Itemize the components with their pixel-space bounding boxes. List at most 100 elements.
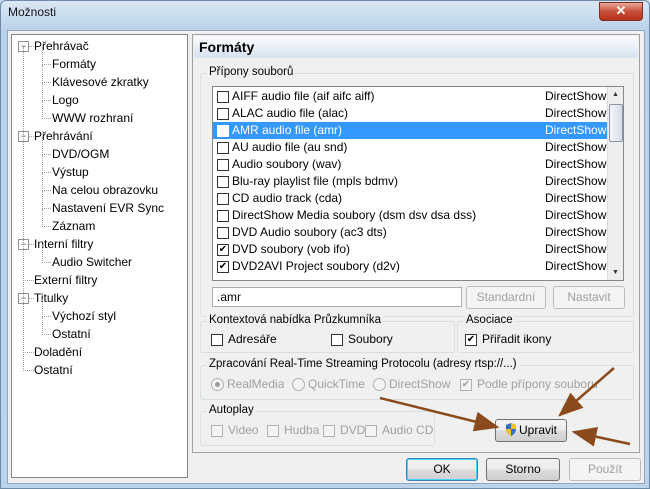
tree-connector (42, 226, 51, 227)
format-handler: DirectShow (545, 242, 607, 256)
rtsp-byext-label: Podle přípony souboru (477, 377, 598, 391)
format-handler: DirectShow (545, 157, 607, 171)
settings-tree[interactable]: − Přehrávač Formáty Klávesové zkratky Logo WW… (11, 34, 188, 478)
tree-item[interactable]: Ostatní (52, 327, 91, 341)
checkmark-icon[interactable]: ✔ (217, 261, 229, 273)
tree-connector (42, 208, 51, 209)
format-handler: DirectShow (545, 106, 607, 120)
tree-item[interactable]: Audio Switcher (52, 255, 132, 269)
list-item[interactable]: AMR audio file (amr) DirectShow (213, 122, 607, 139)
close-button[interactable]: ✕ (599, 2, 643, 21)
default-button[interactable]: Standardní (466, 286, 546, 309)
format-name: AU audio file (au snd) (232, 140, 348, 154)
list-item[interactable]: AIFF audio file (aif aifc aiff) DirectSho… (213, 88, 607, 105)
tree-item[interactable]: Klávesové zkratky (52, 75, 149, 89)
tree-item[interactable]: Externí filtry (34, 273, 97, 287)
radio-icon (373, 378, 386, 391)
apply-button[interactable]: Použít (569, 458, 641, 481)
tree-connector (42, 137, 43, 155)
formats-list[interactable]: ✔ DVD2AVI Project soubory (d2v) DirectShow… (212, 86, 624, 281)
format-name: CD audio track (cda) (232, 191, 343, 205)
list-item[interactable]: ✔ DVD2AVI Project soubory (d2v) DirectShow (213, 258, 607, 275)
checkbox-box[interactable] (217, 108, 229, 120)
list-item[interactable]: ALAC audio file (alac) DirectShow (213, 105, 607, 122)
checkbox-box (267, 425, 279, 437)
scroll-down-icon[interactable]: ▼ (608, 265, 623, 280)
checkbox-box (323, 425, 335, 437)
format-handler: DirectShow (545, 174, 607, 188)
checkbox-box[interactable] (217, 193, 229, 205)
assign-icons-label: Přiřadit ikony (482, 332, 552, 346)
rtsp-directshow-label: DirectShow (389, 377, 451, 391)
scroll-up-icon[interactable]: ▲ (608, 87, 623, 102)
tree-connector (42, 316, 51, 317)
scroll-thumb[interactable] (609, 104, 623, 142)
list-item[interactable]: AU audio file (au snd) DirectShow (213, 139, 607, 156)
set-button[interactable]: Nastavit (553, 286, 625, 309)
checkbox-box[interactable] (217, 159, 229, 171)
checkbox-box (211, 425, 223, 437)
cancel-button[interactable]: Storno (486, 458, 560, 481)
tree-item[interactable]: Výchozí styl (52, 309, 116, 323)
tree-item[interactable]: Formáty (52, 57, 96, 71)
edit-button[interactable]: Upravit (495, 419, 567, 442)
tree-connector (42, 317, 43, 335)
extension-input[interactable]: .amr (212, 287, 462, 307)
list-item[interactable]: Audio soubory (wav) DirectShow (213, 156, 607, 173)
tree-connector (42, 65, 43, 83)
tree-item[interactable]: Na celou obrazovku (52, 183, 158, 197)
autoplay-video-label: Video (228, 423, 259, 437)
tree-connector (42, 190, 51, 191)
tree-connector (42, 154, 51, 155)
tree-connector (23, 370, 34, 371)
rtsp-quicktime-label: QuickTime (308, 377, 365, 391)
tree-connector (42, 262, 51, 263)
checkbox-box[interactable] (217, 210, 229, 222)
tree-item[interactable]: WWW rozhraní (52, 111, 133, 125)
tree-item[interactable]: Záznam (52, 219, 95, 233)
tree-item[interactable]: Doladění (34, 345, 82, 359)
tree-connector (23, 47, 24, 371)
checkbox-box[interactable] (217, 142, 229, 154)
tree-item[interactable]: Výstup (52, 165, 89, 179)
tree-item[interactable]: Titulky (34, 291, 68, 305)
tree-connector (23, 352, 34, 353)
edit-button-label: Upravit (518, 423, 557, 437)
checkbox-box[interactable] (217, 176, 229, 188)
context-menu-group-label: Kontextová nabídka Průzkumníka (207, 314, 383, 326)
tree-item[interactable]: Logo (52, 93, 79, 107)
checkmark-icon: ✔ (460, 379, 472, 391)
format-name: DirectShow Media soubory (dsm dsv dsa ds… (232, 208, 477, 222)
ok-button[interactable]: OK (406, 458, 478, 481)
options-window: Možnosti ✕ − Přehrávač Formáty Klávesové zk… (0, 0, 650, 489)
tree-item[interactable]: Ostatní (34, 363, 73, 377)
tree-connector (23, 280, 34, 281)
tree-item[interactable]: Nastavení EVR Sync (52, 201, 164, 215)
checkmark-icon: ✔ (465, 334, 477, 346)
checkbox-box[interactable] (217, 227, 229, 239)
checkbox-box[interactable] (217, 125, 229, 137)
window-title: Možnosti (8, 5, 57, 19)
list-item[interactable]: DirectShow Media soubory (dsm dsv dsa ds… (213, 207, 607, 224)
list-item[interactable]: Blu-ray playlist file (mpls bdmv) DirectS… (213, 173, 607, 190)
tree-connector (42, 82, 51, 83)
ctx-folders-label: Adresáře (228, 332, 277, 346)
formats-panel: Formáty Přípony souborů ✔ DVD2AVI Project… (192, 34, 640, 453)
format-handler: DirectShow (545, 191, 607, 205)
format-name: DVD soubory (vob ifo) (232, 242, 351, 256)
tree-connector (42, 100, 51, 101)
list-item[interactable]: CD audio track (cda) DirectShow (213, 190, 607, 207)
list-item[interactable]: DVD Audio soubory (ac3 dts) DirectShow (213, 224, 607, 241)
format-handler: DirectShow (545, 123, 607, 137)
tree-item[interactable]: DVD/OGM (52, 147, 109, 161)
tree-connector (42, 334, 51, 335)
list-item[interactable]: ✔ DVD soubory (vob ifo) DirectShow (213, 241, 607, 258)
checkmark-icon[interactable]: ✔ (217, 244, 229, 256)
tree-connector (42, 299, 43, 317)
formats-scrollbar[interactable]: ▲ ▼ (607, 87, 623, 280)
rtsp-realmedia-label: RealMedia (227, 377, 285, 391)
checkbox-box[interactable] (217, 91, 229, 103)
page-title: Formáty (194, 36, 638, 58)
title-bar[interactable]: Možnosti ✕ (1, 1, 649, 23)
checkbox-box (331, 334, 343, 346)
